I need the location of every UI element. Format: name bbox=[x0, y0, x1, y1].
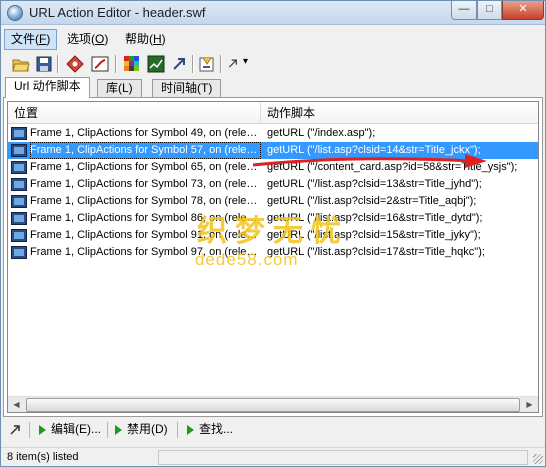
film-frame-icon bbox=[11, 246, 27, 259]
menu-options-label: 选项( bbox=[67, 32, 95, 46]
pointer-icon[interactable] bbox=[9, 422, 23, 436]
color-grid-icon[interactable] bbox=[122, 54, 142, 74]
wizard-icon[interactable] bbox=[197, 54, 217, 74]
menu-bar: 文件(F) 选项(O) 帮助(H) bbox=[1, 27, 545, 51]
tab-url-actionscript[interactable]: Url 动作脚本 bbox=[5, 77, 90, 98]
horizontal-scrollbar[interactable]: ◀ ▶ bbox=[8, 396, 538, 412]
action-separator bbox=[29, 422, 30, 438]
disable-button[interactable]: 禁用(D) bbox=[113, 420, 168, 439]
tab-panel: 位置 动作脚本 Frame 1, ClipActions for Symbol … bbox=[3, 97, 543, 417]
table-row[interactable]: Frame 1, ClipActions for Symbol 73, on (… bbox=[8, 176, 538, 193]
graph-icon[interactable] bbox=[146, 54, 166, 74]
cursor-dropdown-icon[interactable]: ▾ bbox=[225, 54, 253, 74]
toolbar: ▾ bbox=[1, 52, 545, 76]
toolbar-separator bbox=[192, 55, 194, 73]
annotation-arrow bbox=[252, 154, 487, 168]
scroll-left-icon[interactable]: ◀ bbox=[8, 397, 25, 412]
film-frame-icon bbox=[11, 127, 27, 140]
row-action: getURL ("/index.asp"); bbox=[267, 127, 376, 139]
arrow-icon[interactable] bbox=[169, 54, 189, 74]
edit-button[interactable]: 编辑(E)... bbox=[37, 420, 101, 439]
save-icon[interactable] bbox=[34, 54, 54, 74]
status-text: 8 item(s) listed bbox=[7, 451, 79, 463]
menu-help-label: 帮助( bbox=[125, 32, 153, 46]
scroll-right-icon[interactable]: ▶ bbox=[521, 397, 538, 412]
table-row[interactable]: Frame 1, ClipActions for Symbol 49, on (… bbox=[8, 125, 538, 142]
toolbar-separator bbox=[115, 55, 117, 73]
film-frame-icon bbox=[11, 161, 27, 174]
maximize-button[interactable]: □ bbox=[477, 1, 502, 20]
table-row[interactable]: Frame 1, ClipActions for Symbol 91, on (… bbox=[8, 227, 538, 244]
film-frame-icon bbox=[11, 195, 27, 208]
app-window: URL Action Editor - header.swf — □ ✕ 文件(… bbox=[0, 0, 546, 467]
app-icon bbox=[7, 5, 23, 21]
row-location: Frame 1, ClipActions for Symbol 97, on (… bbox=[30, 246, 261, 258]
row-location: Frame 1, ClipActions for Symbol 86, on (… bbox=[30, 212, 261, 224]
diamond-icon[interactable] bbox=[65, 54, 85, 74]
title-bar[interactable]: URL Action Editor - header.swf — □ ✕ bbox=[1, 1, 545, 25]
row-action: getURL ("/list.asp?clsid=16&str=Title_dy… bbox=[267, 212, 483, 224]
film-frame-icon bbox=[11, 212, 27, 225]
menu-options[interactable]: 选项(O) bbox=[60, 29, 115, 50]
tab-timeline[interactable]: 时间轴(T) bbox=[152, 79, 222, 97]
table-row[interactable]: Frame 1, ClipActions for Symbol 86, on (… bbox=[8, 210, 538, 227]
status-bar: 8 item(s) listed bbox=[1, 447, 545, 466]
minimize-button[interactable]: — bbox=[451, 1, 477, 20]
row-location: Frame 1, ClipActions for Symbol 49, on (… bbox=[30, 127, 261, 139]
resize-grip-icon[interactable] bbox=[533, 454, 543, 464]
menu-help-key: H bbox=[153, 32, 162, 46]
row-action: getURL ("/list.asp?clsid=2&str=Title_aqb… bbox=[267, 195, 477, 207]
menu-file-label: 文件( bbox=[11, 32, 39, 46]
menu-options-key: O bbox=[95, 32, 105, 46]
row-location: Frame 1, ClipActions for Symbol 57, on (… bbox=[30, 142, 261, 159]
column-header-location[interactable]: 位置 bbox=[8, 102, 261, 124]
tab-strip: Url 动作脚本 库(L) 时间轴(T) bbox=[3, 77, 543, 98]
action-separator bbox=[107, 422, 108, 438]
row-location: Frame 1, ClipActions for Symbol 73, on (… bbox=[30, 178, 261, 190]
row-location: Frame 1, ClipActions for Symbol 91, on (… bbox=[30, 229, 261, 241]
table-row[interactable]: Frame 1, ClipActions for Symbol 78, on (… bbox=[8, 193, 538, 210]
row-action: getURL ("/list.asp?clsid=15&str=Title_jy… bbox=[267, 229, 481, 241]
action-bar: 编辑(E)... 禁用(D) 查找... bbox=[1, 418, 545, 440]
menu-file-end: ) bbox=[46, 32, 51, 46]
film-frame-icon bbox=[11, 178, 27, 191]
toolbar-separator bbox=[57, 55, 59, 73]
status-field bbox=[158, 450, 528, 465]
open-icon[interactable] bbox=[11, 54, 31, 74]
menu-file[interactable]: 文件(F) bbox=[4, 29, 58, 50]
menu-options-end: ) bbox=[104, 32, 109, 46]
table-row[interactable]: Frame 1, ClipActions for Symbol 97, on (… bbox=[8, 244, 538, 261]
row-action: getURL ("/list.asp?clsid=17&str=Title_hq… bbox=[267, 246, 485, 258]
action-list[interactable]: 位置 动作脚本 Frame 1, ClipActions for Symbol … bbox=[7, 101, 539, 413]
flash-icon[interactable] bbox=[90, 54, 110, 74]
row-location: Frame 1, ClipActions for Symbol 78, on (… bbox=[30, 195, 261, 207]
film-frame-icon bbox=[11, 144, 27, 157]
column-header-action[interactable]: 动作脚本 bbox=[261, 102, 538, 124]
list-header: 位置 动作脚本 bbox=[8, 102, 538, 124]
tab-library[interactable]: 库(L) bbox=[97, 79, 142, 97]
film-frame-icon bbox=[11, 229, 27, 242]
row-location: Frame 1, ClipActions for Symbol 65, on (… bbox=[30, 161, 261, 173]
toolbar-separator bbox=[220, 55, 222, 73]
menu-help[interactable]: 帮助(H) bbox=[118, 29, 173, 50]
find-button[interactable]: 查找... bbox=[185, 420, 233, 439]
action-separator bbox=[177, 422, 178, 438]
row-action: getURL ("/list.asp?clsid=13&str=Title_jy… bbox=[267, 178, 482, 190]
scroll-thumb[interactable] bbox=[26, 398, 520, 412]
window-title: URL Action Editor - header.swf bbox=[29, 5, 206, 20]
menu-help-end: ) bbox=[161, 32, 166, 46]
dropdown-arrow-icon: ▾ bbox=[243, 56, 249, 67]
close-button[interactable]: ✕ bbox=[502, 1, 544, 20]
